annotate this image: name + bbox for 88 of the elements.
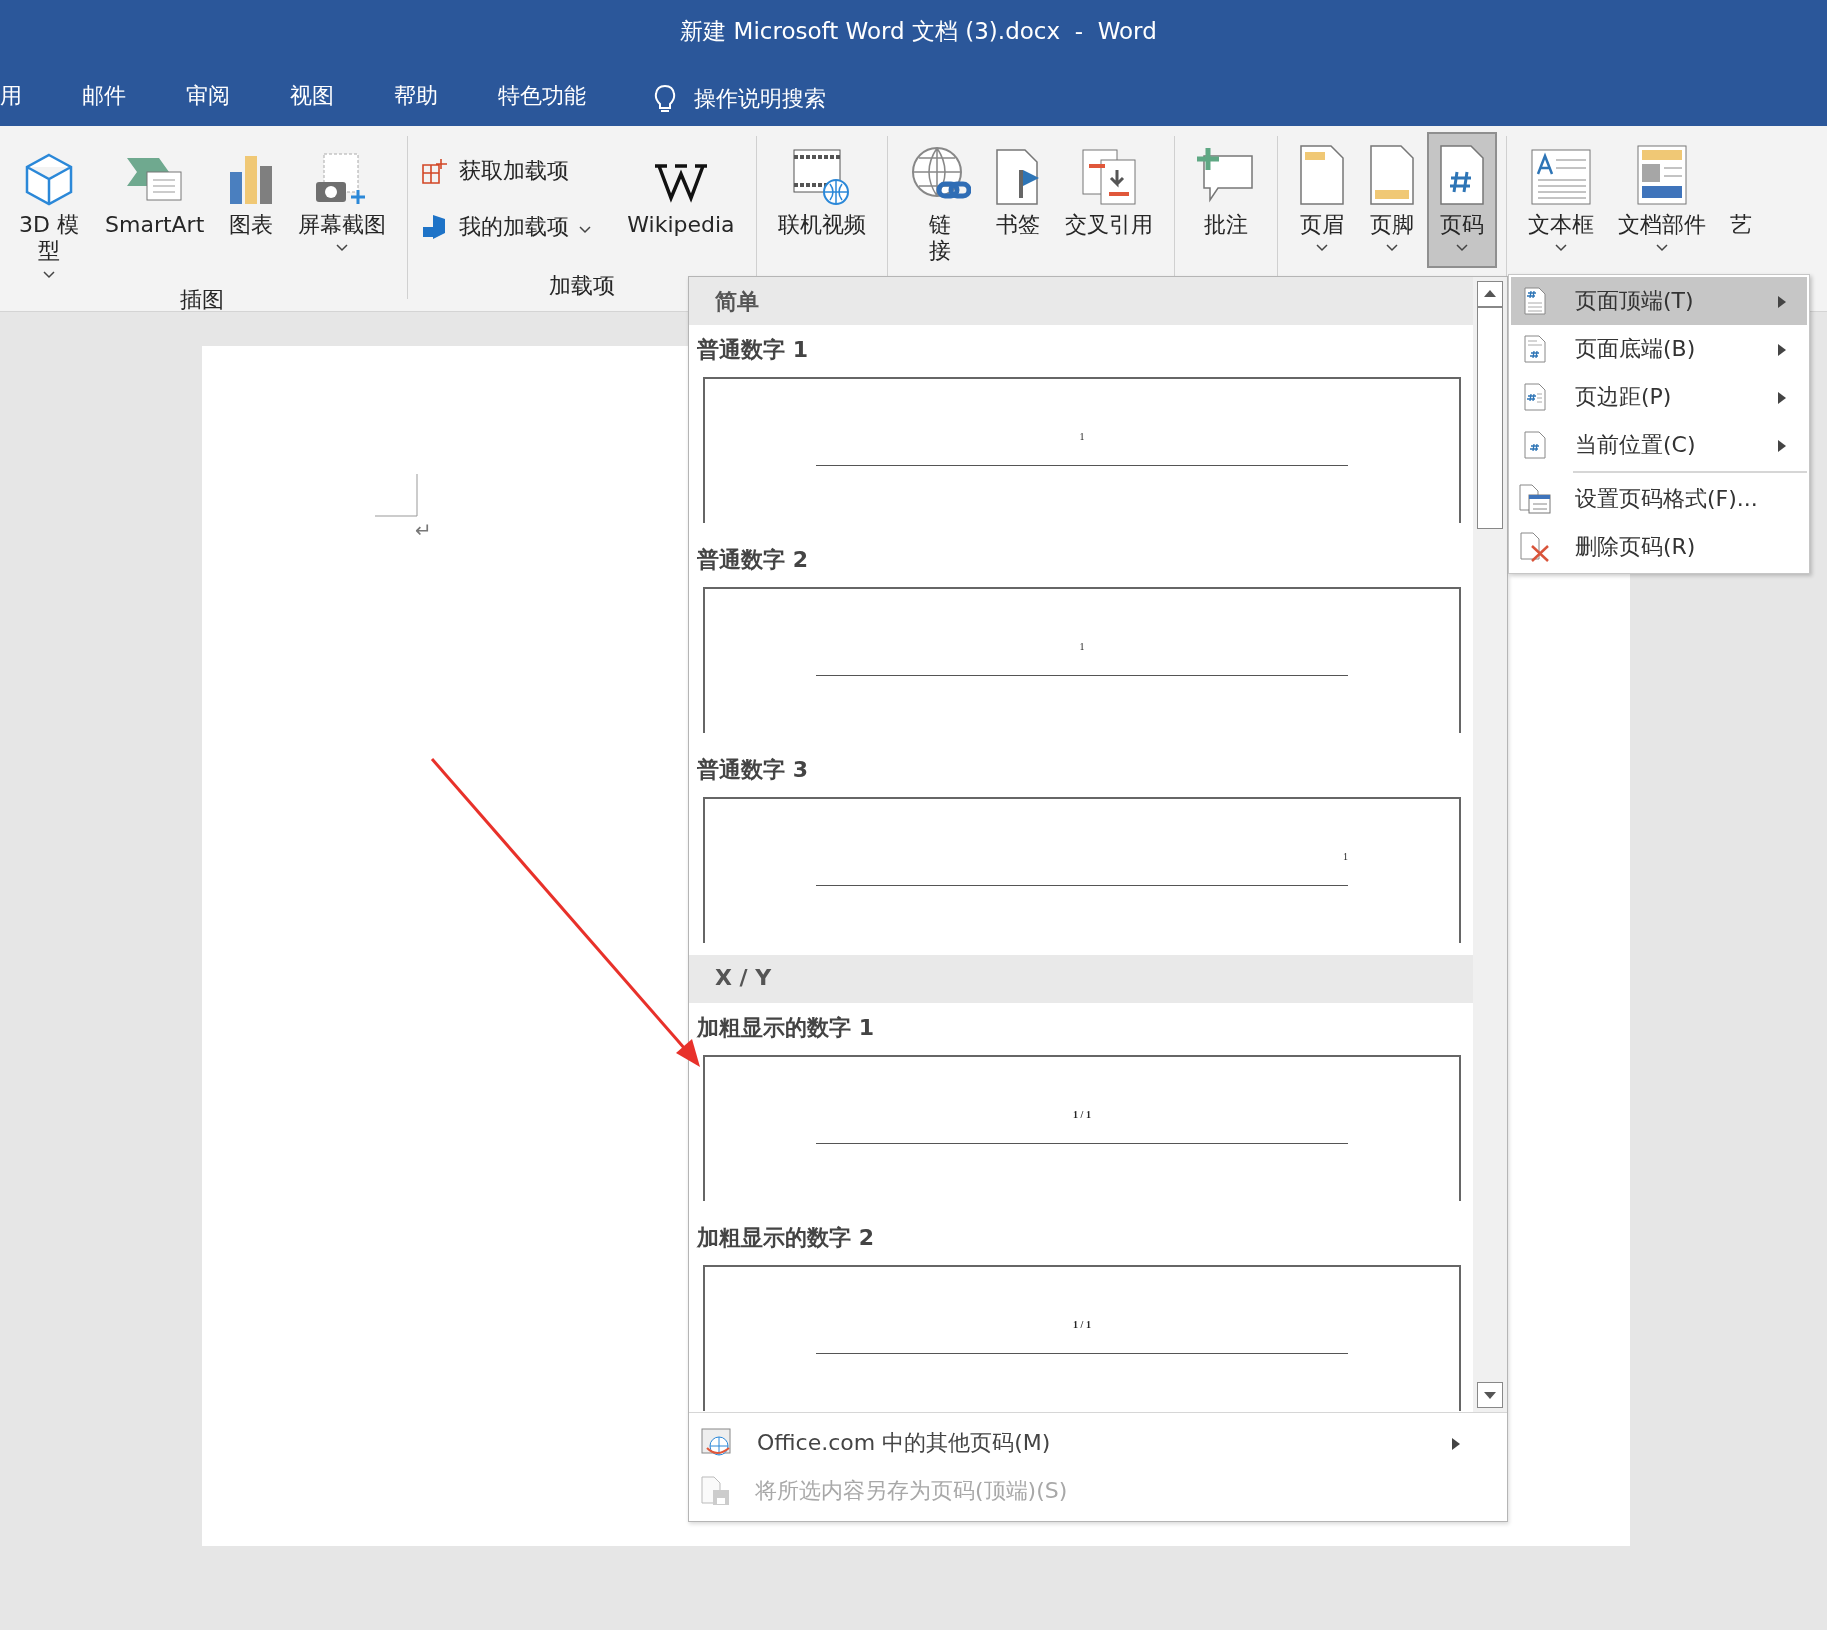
ribbon-button[interactable]: 我的加载项: [417, 210, 596, 244]
menu-item[interactable]: Office.com 中的其他页码(M): [689, 1419, 1507, 1467]
ribbon-tab[interactable]: 审阅: [158, 77, 258, 120]
chevron-down-icon: [1455, 244, 1468, 253]
page-number-text: 1: [1079, 431, 1085, 442]
ribbon-button[interactable]: 交叉引用: [1052, 132, 1165, 268]
menu-item[interactable]: 页边距(P): [1511, 373, 1807, 421]
ribbon-tab[interactable]: 视图: [262, 77, 362, 120]
ribbon-tab[interactable]: 邮件: [54, 77, 154, 120]
window-title: 新建 Microsoft Word 文档 (3).docx - Word: [679, 17, 1158, 46]
text-box-icon: [1529, 148, 1592, 206]
scroll-thumb[interactable]: [1477, 307, 1503, 529]
menu-item[interactable]: 页面底端(B): [1511, 325, 1807, 373]
submenu-arrow-icon: [1451, 1436, 1461, 1451]
lightbulb-icon: [654, 83, 676, 114]
scroll-up-icon[interactable]: [1477, 281, 1503, 307]
page-number-preview[interactable]: 1 / 1: [703, 1055, 1461, 1201]
section-heading: 简单: [689, 277, 1473, 325]
ribbon-button[interactable]: 联机视频: [765, 132, 878, 268]
ribbon-button[interactable]: SmartArt: [93, 132, 217, 268]
ribbon-button[interactable]: 艺: [1717, 132, 1764, 268]
page-number-preview[interactable]: 1: [703, 797, 1461, 943]
document-parts-icon: [1635, 144, 1688, 206]
menu-item[interactable]: 页面顶端(T): [1511, 277, 1807, 325]
menu-item[interactable]: 当前位置(C): [1511, 421, 1807, 469]
chevron-down-icon: [336, 244, 349, 253]
page-number-icon: [1524, 287, 1546, 315]
page-number-text: 1: [1079, 641, 1085, 652]
submenu-arrow-icon: [1777, 438, 1787, 453]
group-label: 加载项: [548, 272, 615, 300]
submenu-arrow-icon: [1777, 390, 1787, 405]
delete-page-number-icon: [1520, 532, 1550, 562]
scroll-down-icon[interactable]: [1477, 1382, 1503, 1408]
chevron-down-icon: [1315, 244, 1328, 253]
paragraph-mark: ↵: [415, 518, 432, 542]
page-number-text: 1 / 1: [1073, 1109, 1091, 1120]
page-format-icon: [1519, 484, 1551, 514]
save-page-icon: [701, 1476, 731, 1506]
ribbon-button[interactable]: 批注: [1183, 132, 1268, 268]
page-number-icon: [1524, 431, 1546, 459]
page-footer-icon: [1368, 144, 1415, 206]
ribbon-button[interactable]: 屏幕截图: [286, 132, 399, 268]
scrollbar[interactable]: [1473, 277, 1507, 1412]
bookmark-icon: [994, 148, 1041, 206]
ribbon-button[interactable]: 书签: [982, 132, 1053, 268]
gallery-item-label: 加粗显示的数字 1: [695, 1014, 875, 1042]
page-number-preview[interactable]: 1 / 1: [703, 1265, 1461, 1411]
ribbon-button[interactable]: 文档部件: [1605, 132, 1718, 268]
ribbon-button[interactable]: 图表: [216, 132, 287, 268]
search-button[interactable]: 操作说明搜索: [654, 83, 826, 114]
gallery-item-label: 加粗显示的数字 2: [695, 1224, 875, 1252]
ribbon-button[interactable]: 获取加载项: [417, 154, 596, 188]
page-number-icon: [1524, 383, 1546, 411]
gallery-item-label: 普通数字 2: [696, 546, 809, 574]
margin-corner-mark: [375, 474, 419, 518]
ribbon-button[interactable]: Wikipedia: [615, 132, 747, 268]
ribbon-tab[interactable]: 帮助: [366, 77, 466, 120]
ribbon-button[interactable]: 3D 模型: [5, 132, 93, 285]
ribbon-tab[interactable]: 特色功能: [470, 77, 614, 120]
submenu-arrow-icon: [1777, 342, 1787, 357]
web-page-icon: [701, 1428, 733, 1458]
submenu-arrow-icon: [1777, 294, 1787, 309]
ribbon-button[interactable]: 文本框: [1515, 132, 1606, 268]
chevron-down-icon: [579, 226, 592, 234]
ribbon-button[interactable]: 链接: [896, 132, 983, 271]
menu-item[interactable]: 设置页码格式(F)...: [1511, 471, 1807, 523]
page-number-icon: [1524, 335, 1546, 363]
page-number-text: 1 / 1: [1073, 1319, 1091, 1330]
menu-item[interactable]: 删除页码(R): [1511, 523, 1807, 571]
video-icon: [791, 148, 852, 206]
page-number-text: 1: [1343, 851, 1348, 862]
gallery-item-label: 普通数字 1: [696, 336, 809, 364]
ribbon-tab[interactable]: 用: [0, 77, 50, 120]
group-label: 插图: [179, 285, 224, 314]
page-number-preview[interactable]: 1: [703, 587, 1461, 733]
ribbon-button[interactable]: 页眉: [1286, 132, 1357, 268]
section-heading: X / Y: [689, 955, 1473, 1003]
chevron-down-icon: [1385, 244, 1398, 253]
page-number-preview[interactable]: 1: [703, 377, 1461, 523]
page-number-icon: [1438, 144, 1485, 206]
chevron-down-icon: [1655, 244, 1668, 253]
gallery-item-label: 普通数字 3: [696, 756, 809, 784]
chevron-down-icon: [1554, 244, 1567, 253]
ribbon-button[interactable]: 页脚: [1356, 132, 1427, 268]
chevron-down-icon: [43, 270, 55, 279]
ribbon-button[interactable]: 页码: [1426, 132, 1497, 268]
cross-reference-icon: [1080, 148, 1137, 206]
page-header-icon: [1298, 144, 1345, 206]
